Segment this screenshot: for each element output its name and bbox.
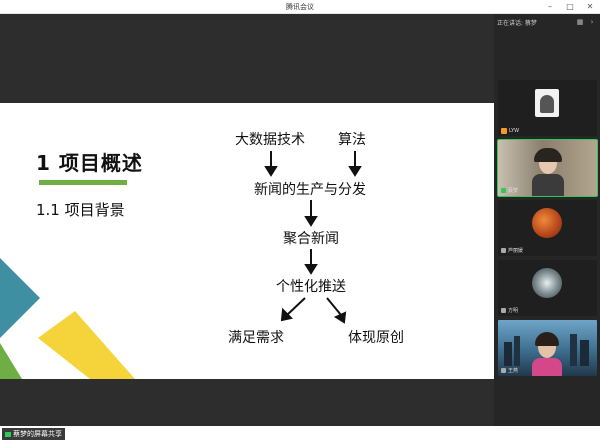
arrow-left-branch [286,297,306,316]
node-algorithm: 算法 [338,132,366,148]
hair-shape [534,148,562,162]
collapse-icon[interactable]: › [588,18,596,26]
building-shape [580,340,589,366]
node-satisfy: 满足需求 [228,330,284,346]
avatar [532,268,562,298]
building-shape [570,334,577,366]
grid-view-icon[interactable]: ▦ [576,18,584,26]
node-originality: 体现原创 [348,330,404,346]
participant-name: 蔡梦 [508,188,519,194]
window-controls: – □ ✕ [544,1,596,13]
participant-tile[interactable]: LYW [498,80,597,136]
mic-icon [501,188,506,193]
participant-label: 蔡梦 [501,187,518,194]
screen-share-indicator[interactable]: 蔡梦的屏幕共享 [2,428,65,440]
mic-off-icon [501,368,506,373]
mic-off-icon [501,248,506,253]
participant-tile[interactable]: 芦丽媛 [498,200,597,256]
participant-name: LYW [509,128,520,134]
speaking-indicator: 正在讲话: 蔡梦 [497,20,537,27]
avatar [535,89,559,117]
avatar [532,208,562,238]
green-stripe-shape [0,343,22,379]
arrow-right-branch [326,297,342,316]
sidebar-controls: ▦ › [576,18,596,26]
presentation-slide: 1 项目概述 1.1 项目背景 大数据技术 算法 新闻的生产与分发 聚合新闻 个… [0,103,494,379]
mic-off-icon [501,308,506,313]
minimize-icon[interactable]: – [544,1,556,13]
user-icon [501,128,507,134]
node-production: 新闻的生产与分发 [254,182,366,198]
teal-triangle-shape [0,258,40,338]
participant-name: 方明 [508,308,519,314]
building-shape [514,336,520,366]
shoulders-shape [532,174,564,196]
maximize-icon[interactable]: □ [564,1,576,13]
slide-subtitle: 1.1 项目背景 [36,201,125,219]
screen-share-icon [5,431,11,437]
participant-label: LYW [501,128,519,134]
participant-tile[interactable]: 王燕 [498,320,597,376]
screen-share-label: 蔡梦的屏幕共享 [13,430,62,438]
participant-name: 王燕 [508,368,519,374]
node-personalize: 个性化推送 [276,279,346,295]
shoulders-shape [532,358,562,376]
window-title: 腾讯会议 [286,3,314,11]
shared-screen-area: 1 项目概述 1.1 项目背景 大数据技术 算法 新闻的生产与分发 聚合新闻 个… [0,14,494,426]
building-shape [504,342,512,366]
bottom-bar: 蔡梦的屏幕共享 [0,426,600,441]
participant-sidebar: 正在讲话: 蔡梦 ▦ › LYW 蔡梦 芦丽媛 方明 王燕 [494,14,600,426]
participant-name: 芦丽媛 [508,248,524,254]
participant-tile[interactable]: 蔡梦 [497,139,598,197]
participant-tile[interactable]: 方明 [498,260,597,316]
participant-label: 方明 [501,307,518,314]
participant-label: 王燕 [501,367,518,374]
slide-title: 1 项目概述 [36,151,143,175]
close-icon[interactable]: ✕ [584,1,596,13]
title-underline [39,180,127,185]
yellow-stripe-shape [38,311,135,379]
node-bigdata: 大数据技术 [235,132,305,148]
node-aggregate: 聚合新闻 [283,231,339,247]
participant-label: 芦丽媛 [501,247,523,254]
window-titlebar: 腾讯会议 – □ ✕ [0,0,600,14]
